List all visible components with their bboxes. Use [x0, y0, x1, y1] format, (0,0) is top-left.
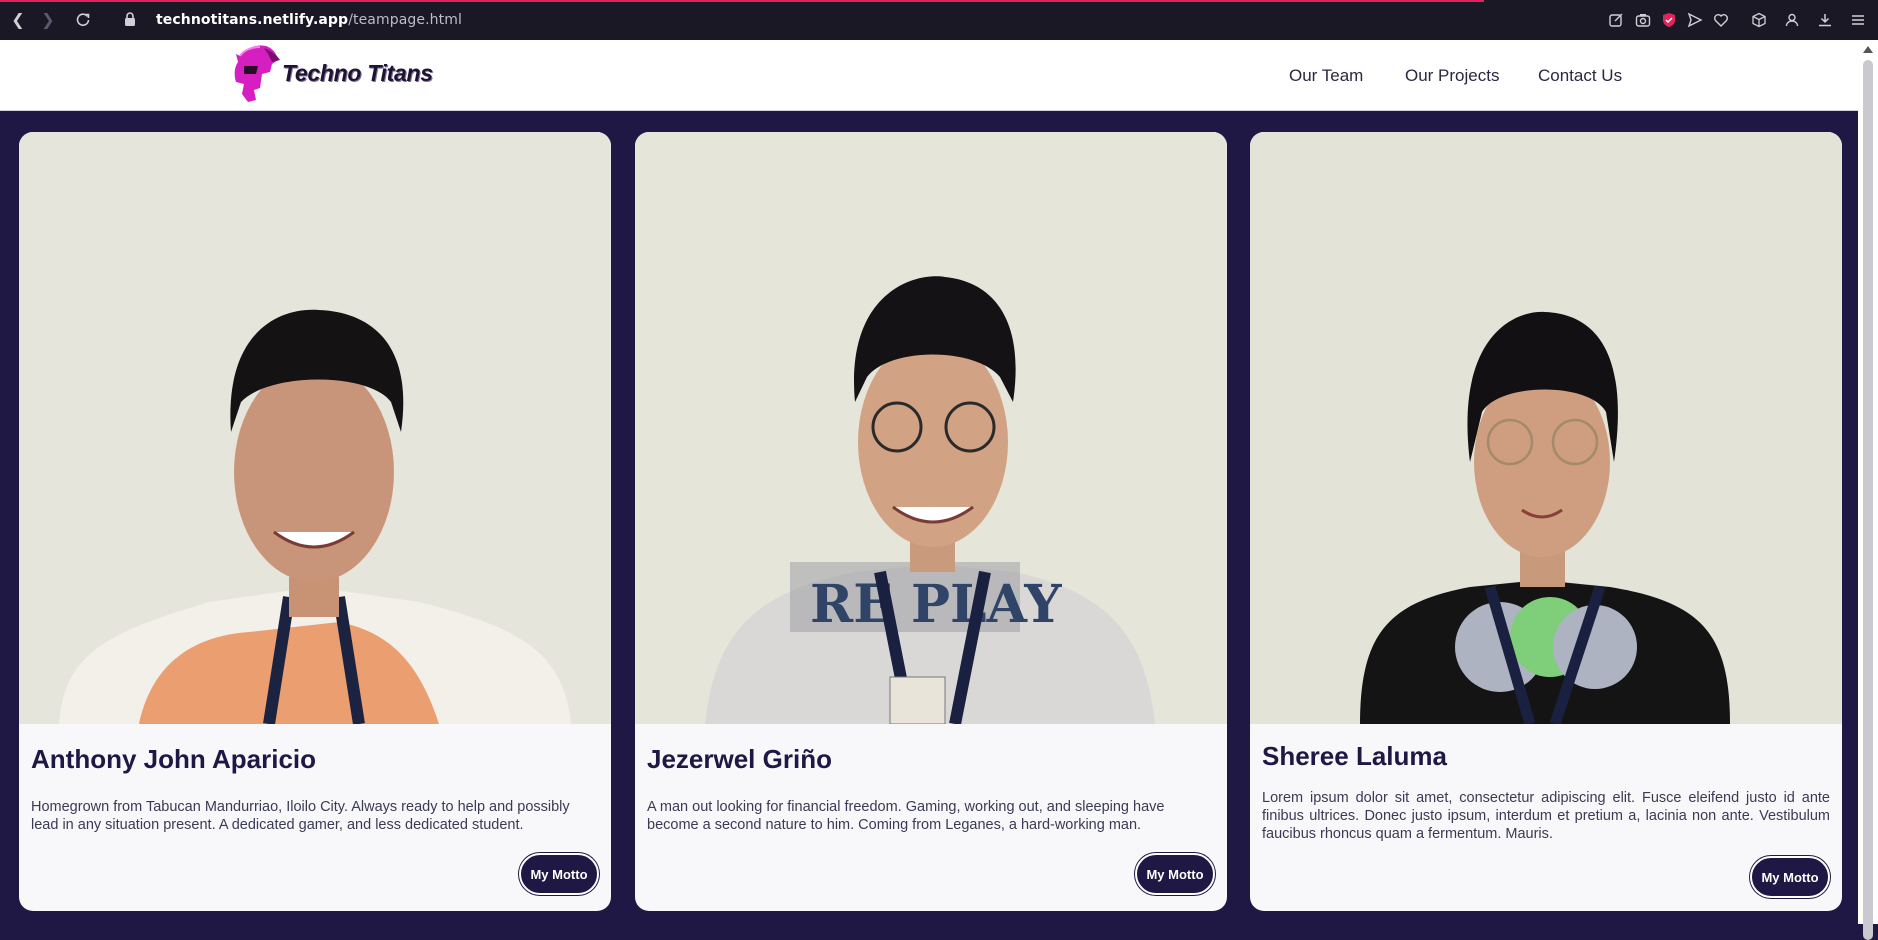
member-photo: [19, 132, 611, 724]
reload-icon[interactable]: [73, 10, 93, 30]
scrollbar-thumb[interactable]: [1863, 60, 1873, 940]
my-motto-button[interactable]: My Motto: [1750, 856, 1830, 898]
site-header: Techno Titans Our Team Our Projects Cont…: [0, 40, 1858, 111]
shield-icon[interactable]: [1660, 11, 1678, 29]
nav-our-team[interactable]: Our Team: [1289, 66, 1363, 86]
forward-icon[interactable]: ❯: [38, 10, 58, 30]
camera-icon[interactable]: [1634, 11, 1652, 29]
my-motto-button[interactable]: My Motto: [1135, 853, 1215, 895]
menu-icon[interactable]: [1849, 11, 1867, 29]
lock-icon: [123, 11, 137, 27]
page-scrollbar[interactable]: [1858, 40, 1878, 940]
brand-name[interactable]: Techno Titans: [282, 60, 433, 87]
my-motto-button[interactable]: My Motto: [519, 853, 599, 895]
cube-icon[interactable]: [1750, 11, 1768, 29]
download-icon[interactable]: [1816, 11, 1834, 29]
member-name: Sheree Laluma: [1262, 741, 1447, 771]
member-bio: Homegrown from Tabucan Mandurriao, Iloil…: [31, 799, 570, 833]
scroll-up-icon[interactable]: [1863, 46, 1873, 53]
nav-our-projects[interactable]: Our Projects: [1405, 66, 1499, 86]
address-bar[interactable]: technotitans.netlify.app/teampage.html: [156, 12, 462, 28]
send-icon[interactable]: [1686, 11, 1704, 29]
member-bio: A man out looking for financial freedom.…: [647, 799, 1165, 833]
profile-icon[interactable]: [1783, 11, 1801, 29]
nav-contact-us[interactable]: Contact Us: [1538, 66, 1622, 86]
team-member-card: RE PLAY Jezerwel Griño A man out looking…: [635, 132, 1227, 911]
member-photo: RE PLAY: [635, 132, 1227, 724]
titan-helmet-logo-icon[interactable]: [226, 44, 286, 106]
heart-icon[interactable]: [1712, 11, 1730, 29]
member-photo: [1250, 132, 1842, 724]
member-name: Jezerwel Griño: [647, 744, 832, 774]
team-member-card: Anthony John Aparicio Homegrown from Tab…: [19, 132, 611, 911]
browser-toolbar: ❮ ❯ technotitans.netlify.app/teampage.ht…: [0, 0, 1878, 40]
svg-text:RE PLAY: RE PLAY: [810, 574, 1062, 635]
edit-icon[interactable]: [1607, 11, 1625, 29]
page-load-progress: [0, 0, 1484, 2]
team-member-card: Sheree Laluma Lorem ipsum dolor sit amet…: [1250, 132, 1842, 911]
member-name: Anthony John Aparicio: [31, 744, 317, 774]
member-bio: Lorem ipsum dolor sit amet, consectetur …: [1262, 790, 1830, 842]
back-icon[interactable]: ❮: [8, 10, 28, 30]
